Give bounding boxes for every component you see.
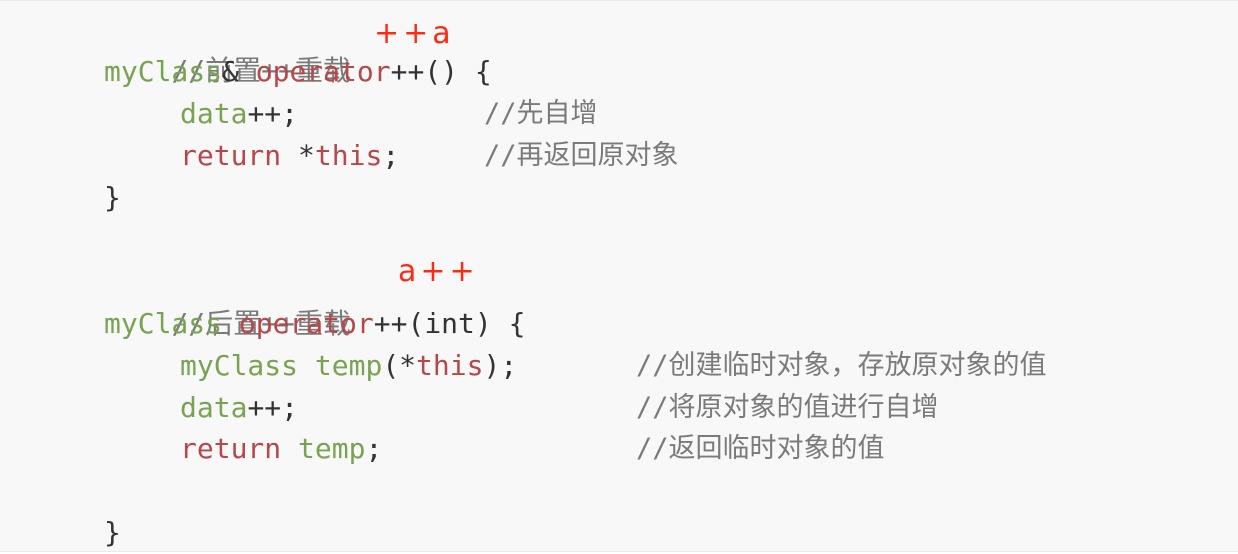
punct-token: ++; — [247, 97, 299, 130]
identifier-token: temp — [298, 432, 366, 465]
punct-token: * — [281, 139, 315, 172]
punct-token: ++( — [373, 307, 425, 340]
brace-token: } — [104, 181, 121, 214]
identifier-token: temp — [314, 349, 383, 382]
type-token: myClass — [104, 55, 223, 88]
code-line-prefix-signature: myClass& operator++() { — [104, 51, 492, 93]
annotation-postfix: a++ — [398, 254, 479, 289]
punct-token: (* — [382, 349, 417, 382]
code-line-prefix-increment: data++; — [180, 93, 298, 135]
code-line-prefix-close: } — [104, 177, 121, 219]
brace-token: } — [104, 516, 121, 549]
comment-postfix-return: //返回临时对象的值 — [636, 433, 885, 464]
identifier-token: data — [180, 97, 248, 130]
type-token: myClass — [104, 307, 223, 340]
this-token: this — [416, 349, 484, 382]
code-block: //前置++重载 ++a myClass& operator++() { dat… — [0, 0, 1238, 552]
keyword-token: return — [180, 139, 282, 172]
code-line-postfix-close: } — [104, 512, 121, 554]
code-line-postfix-return: return temp; — [180, 428, 382, 470]
keyword-token: operator — [255, 55, 391, 88]
comment-postfix-increment: //将原对象的值进行自增 — [636, 392, 939, 423]
keyword-token: return — [180, 432, 282, 465]
annotation-prefix: ++a — [374, 16, 455, 51]
punct-token: & — [222, 55, 256, 88]
code-line-prefix-comment: //前置++重载 — [104, 8, 350, 87]
code-line-postfix-increment: data++; — [180, 387, 298, 429]
comment-postfix-temp: //创建临时对象，存放原对象的值 — [636, 350, 1047, 381]
code-line-prefix-return: return *this; — [180, 135, 399, 177]
code-line-postfix-comment: //后置++重载 — [104, 261, 350, 340]
type-token: myClass — [180, 349, 299, 382]
punct-token: ++() { — [390, 55, 492, 88]
int-token: int — [424, 307, 475, 340]
this-token: this — [314, 139, 383, 172]
code-line-postfix-signature: myClass operator++(int) { — [104, 303, 525, 345]
punct-token: ++; — [247, 391, 299, 424]
punct-token: ); — [483, 349, 518, 382]
comment-prefix-increment: //先自增 — [484, 98, 598, 129]
punct-token: ; — [382, 139, 400, 172]
keyword-token: operator — [238, 307, 374, 340]
punct-token: ) { — [474, 307, 526, 340]
punct-token: ; — [365, 432, 383, 465]
identifier-token: data — [180, 391, 248, 424]
code-line-postfix-temp: myClass temp(*this); — [180, 345, 517, 387]
comment-prefix-return: //再返回原对象 — [484, 140, 679, 171]
